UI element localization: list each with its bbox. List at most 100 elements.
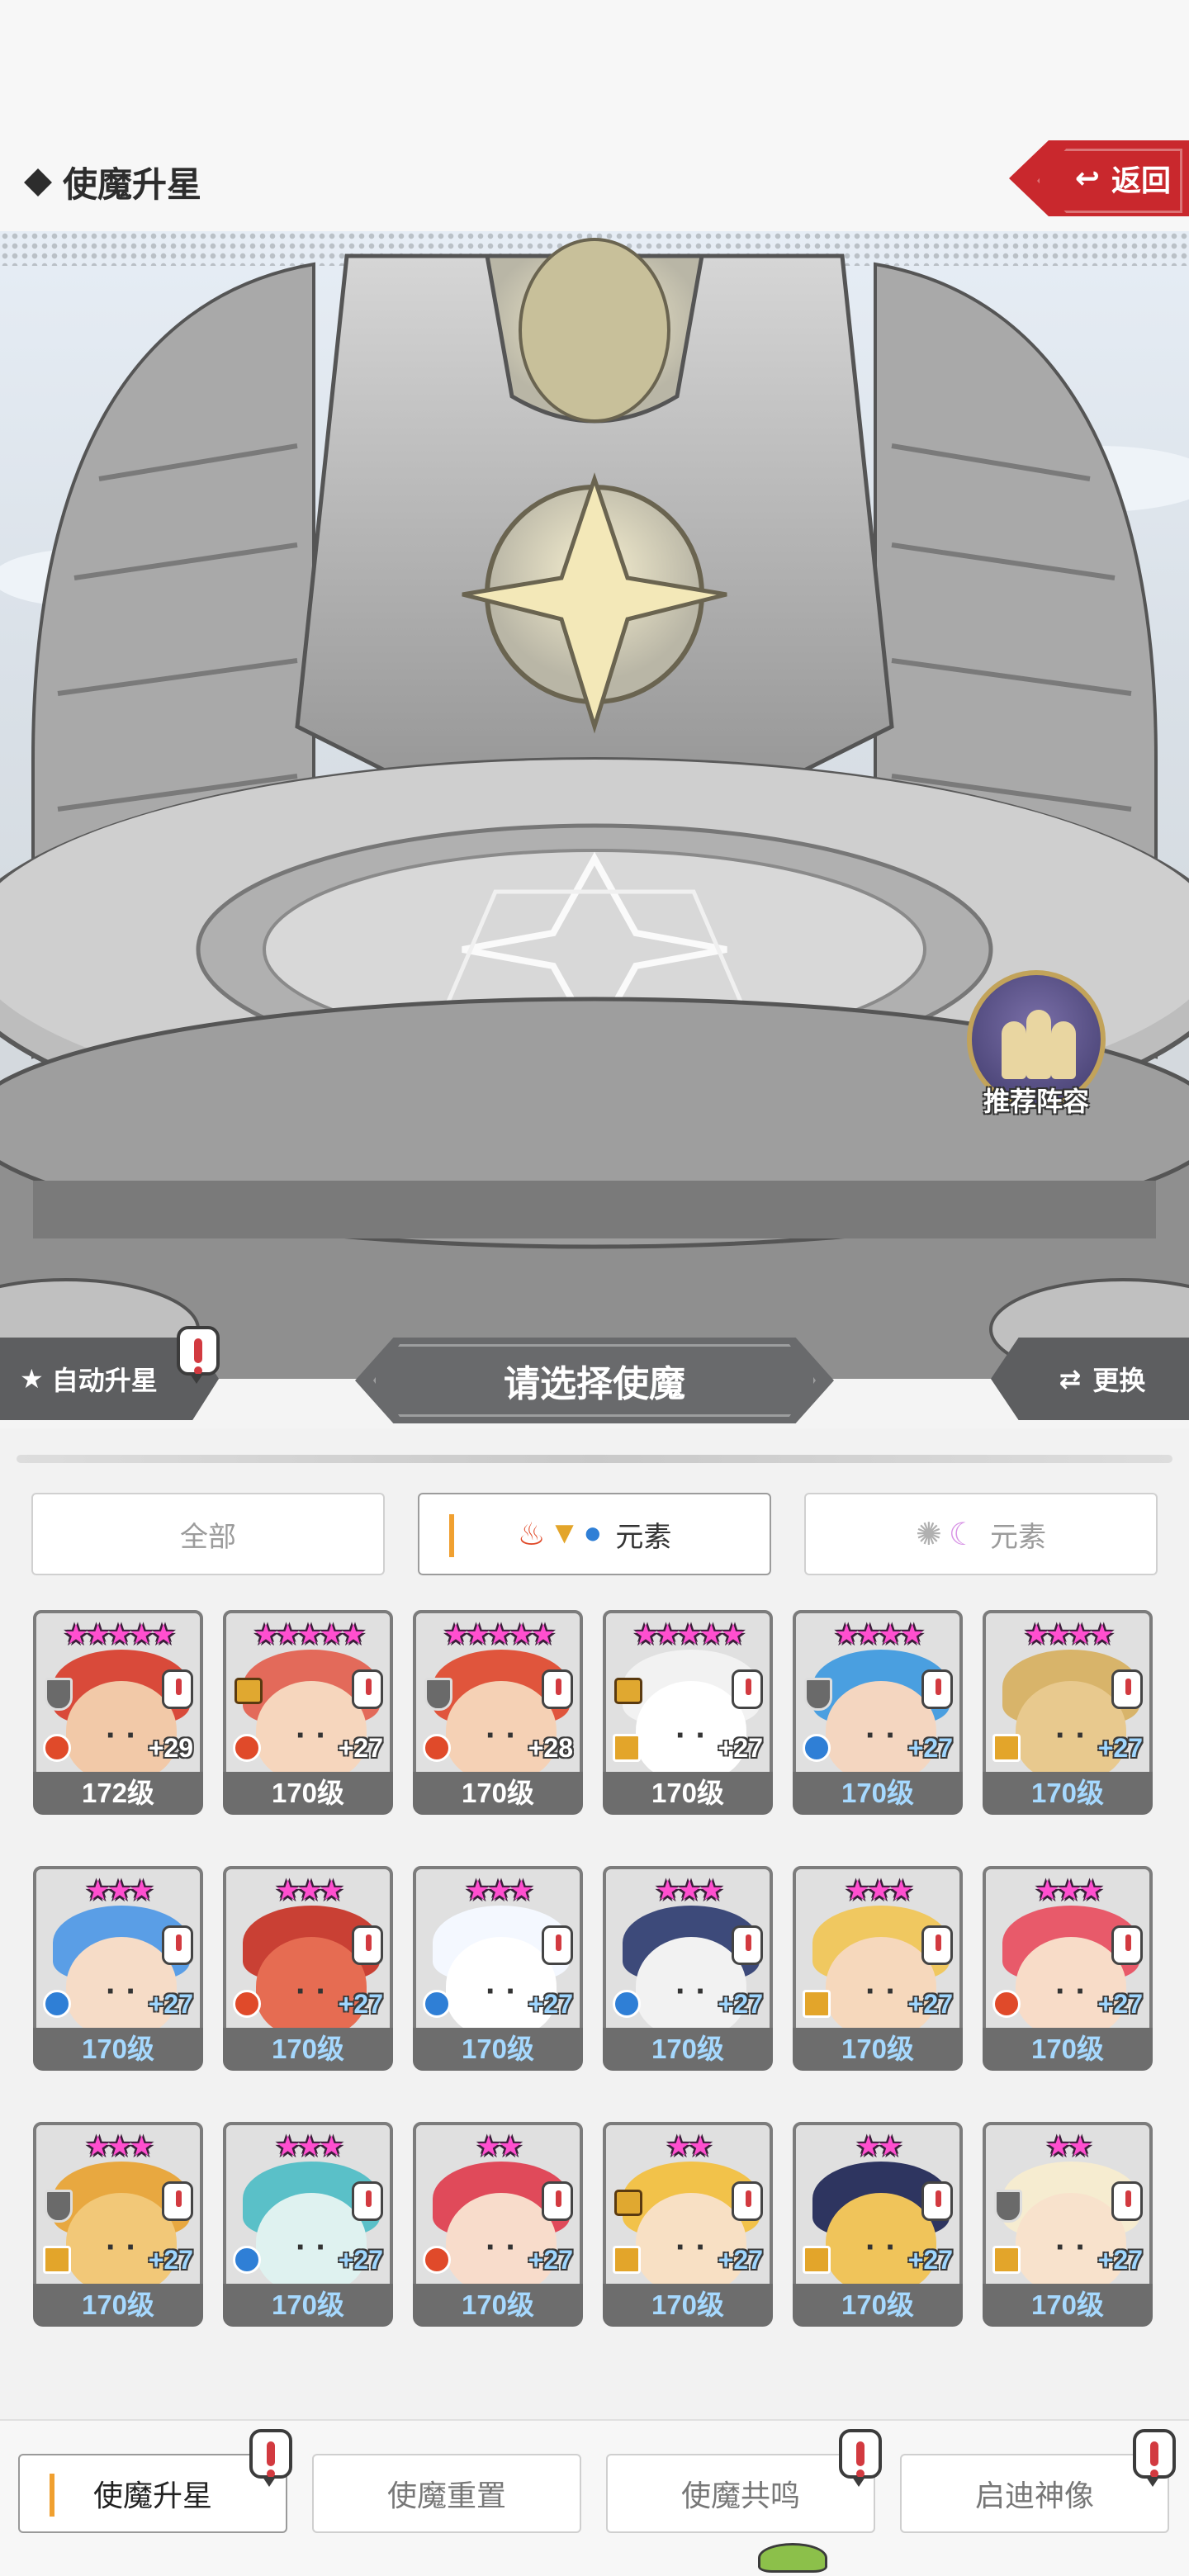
swap-button[interactable]: ⇄ 更换 [991, 1338, 1189, 1420]
alert-icon [732, 2181, 763, 2221]
tab-resonance-label: 使魔共鸣 [680, 2479, 800, 2512]
water-icon [43, 1990, 71, 2018]
familiar-level: 170级 [223, 2284, 393, 2327]
familiar-level: 170级 [793, 2028, 963, 2071]
alert-icon [839, 2429, 882, 2487]
filter-element-light-dark[interactable]: ✺ ☾ 元素 [804, 1493, 1158, 1575]
fire-icon [992, 1990, 1021, 2018]
element-icons: ♨ ▼ ● [518, 1516, 603, 1553]
wind-icon [803, 1990, 831, 2018]
recommend-lineup-button[interactable]: 推荐阵容 [966, 970, 1106, 1119]
tab-star-up-label: 使魔升星 [92, 2479, 212, 2512]
familiar-face [446, 2193, 557, 2290]
star-rating: ★★★★★ [443, 1619, 556, 1650]
dark-icon: ☾ [948, 1517, 977, 1552]
tab-enlighten-statue[interactable]: 启迪神像 [900, 2454, 1169, 2533]
familiar-card[interactable]: ★★★★★ +27 170级 [223, 1610, 393, 1816]
star-rating: ★★ [1045, 2131, 1093, 2162]
shield-icon [45, 1678, 73, 1711]
familiar-card[interactable]: ★★ +27 170级 [983, 2122, 1153, 2328]
familiar-face [446, 1681, 557, 1778]
familiar-panel: 全部 ♨ ▼ ● 元素 ✺ ☾ 元素 ★★★★★+29172级★★★★★+271… [0, 1428, 1189, 2419]
alert-icon [732, 1669, 763, 1709]
tab-star-up[interactable]: 使魔升星 [18, 2454, 287, 2533]
water-icon [423, 1990, 451, 2018]
familiar-card[interactable]: ★★★ +27 170级 [223, 1866, 393, 2072]
diamond-icon [24, 168, 52, 197]
familiar-portrait: ★★★ +27 [413, 1866, 583, 2038]
enhance-level: +27 [148, 1989, 193, 2019]
familiar-card[interactable]: ★★★ +27 170级 [33, 1866, 203, 2072]
familiar-card[interactable]: ★★★ +27 170级 [983, 1866, 1153, 2072]
enhance-level: +27 [1097, 1733, 1143, 1763]
enhance-level: +27 [338, 1733, 383, 1763]
alert-icon [1111, 1669, 1143, 1709]
familiar-portrait: ★★★ +27 [223, 2122, 393, 2294]
familiar-face [66, 1937, 177, 2034]
recommend-lineup-label: 推荐阵容 [983, 1087, 1089, 1116]
enhance-level: +27 [718, 1733, 763, 1763]
familiar-card[interactable]: ★★★★ +27 170级 [793, 1610, 963, 1816]
familiar-face [256, 1937, 367, 2034]
familiar-face [1016, 2193, 1126, 2290]
fire-icon [233, 1734, 261, 1762]
familiar-level: 170级 [983, 2284, 1153, 2327]
familiar-portrait: ★★★★ +27 [793, 1610, 963, 1782]
alert-icon [542, 1669, 573, 1709]
familiar-face [66, 1681, 177, 1778]
light-icon: ✺ [916, 1517, 942, 1552]
familiar-level: 170级 [793, 2284, 963, 2327]
familiar-card[interactable]: ★★★★★ +29 172级 [33, 1610, 203, 1816]
alert-icon [352, 1669, 383, 1709]
alert-icon [1111, 2181, 1143, 2221]
familiar-card[interactable]: ★★★ +27 170级 [413, 1866, 583, 2072]
familiar-level: 170级 [983, 2028, 1153, 2071]
star-icon: ★ [20, 1364, 44, 1394]
filter-all[interactable]: 全部 [31, 1493, 385, 1575]
enhance-level: +27 [718, 1989, 763, 2019]
familiar-card[interactable]: ★★★ +27 170级 [603, 1866, 773, 2072]
familiar-card[interactable]: ★★★★ +27 170级 [983, 1610, 1153, 1816]
shield-icon [994, 2190, 1022, 2223]
water-icon [613, 1990, 641, 2018]
auto-star-up-label: 自动升星 [51, 1366, 158, 1395]
statue-stage: 推荐阵容 [0, 231, 1189, 1379]
familiar-level: 170级 [33, 2028, 203, 2071]
familiar-card[interactable]: ★★ +27 170级 [413, 2122, 583, 2328]
tab-reset[interactable]: 使魔重置 [312, 2454, 581, 2533]
familiar-card[interactable]: ★★ +27 170级 [603, 2122, 773, 2328]
enhance-level: +27 [907, 2245, 953, 2275]
familiar-face [66, 2193, 177, 2290]
statue-illustration [0, 238, 1189, 1379]
tab-enlighten-statue-label: 启迪神像 [974, 2479, 1094, 2512]
familiar-card[interactable]: ★★★★★ +27 170级 [603, 1610, 773, 1816]
tab-resonance[interactable]: 使魔共鸣 [606, 2454, 875, 2533]
star-rating: ★★★★★ [63, 1619, 176, 1650]
alert-icon [177, 1326, 220, 1384]
wind-icon [43, 2246, 71, 2274]
familiar-card[interactable]: ★★ +27 170级 [793, 2122, 963, 2328]
select-familiar-title: 请选择使魔 [355, 1338, 834, 1423]
alert-icon [542, 2181, 573, 2221]
familiar-card[interactable]: ★★★ +27 170级 [33, 2122, 203, 2328]
familiar-portrait: ★★ +27 [793, 2122, 963, 2294]
familiar-card[interactable]: ★★★★★ +28 170级 [413, 1610, 583, 1816]
familiar-level: 170级 [413, 1772, 583, 1815]
filter-element-fire-wind-water[interactable]: ♨ ▼ ● 元素 [418, 1493, 771, 1575]
star-rating: ★★ [476, 2131, 523, 2162]
familiar-card[interactable]: ★★★ +27 170级 [223, 2122, 393, 2328]
star-rating: ★★★ [275, 2131, 343, 2162]
familiar-level: 172级 [33, 1772, 203, 1815]
wind-icon: ▼ [548, 1515, 580, 1551]
familiar-level: 170级 [223, 1772, 393, 1815]
lock-icon [614, 1678, 642, 1704]
familiar-card[interactable]: ★★★ +27 170级 [793, 1866, 963, 2072]
fire-icon [233, 1990, 261, 2018]
lock-icon [234, 1678, 263, 1704]
wind-icon [613, 1734, 641, 1762]
familiar-face [256, 2193, 367, 2290]
back-button[interactable]: ↩ 返回 [1009, 140, 1189, 216]
header-bar: 使魔升星 ↩ 返回 [0, 0, 1189, 231]
water-icon [233, 2246, 261, 2274]
star-rating: ★★★ [465, 1875, 533, 1906]
